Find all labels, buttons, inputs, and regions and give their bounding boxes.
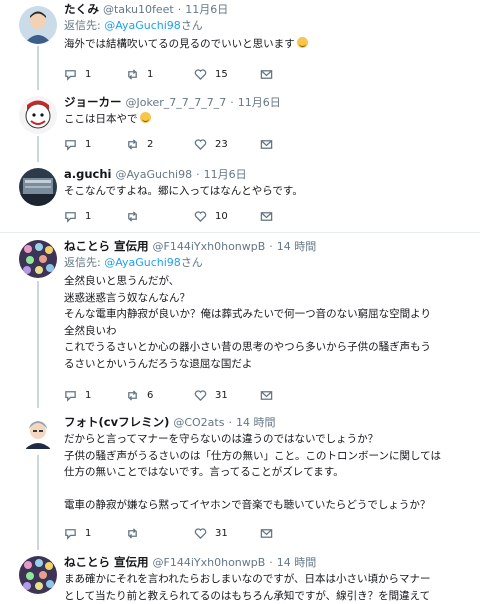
retweet-button[interactable]: 2 xyxy=(126,136,153,152)
reply-icon xyxy=(65,139,76,151)
handle[interactable]: @Joker_7_7_7_7_7 xyxy=(126,96,227,109)
dm-icon xyxy=(260,211,273,221)
avatar[interactable] xyxy=(19,6,57,44)
display-name[interactable]: フォト(cvフレミン) xyxy=(64,415,169,429)
tweet-text: ここは日本やで xyxy=(64,111,470,128)
tweet-text: 海外では結構吹いてるの見るのでいいと思います xyxy=(64,36,470,53)
display-name[interactable]: ジョーカー xyxy=(64,95,122,109)
handle[interactable]: @F144iYxh0honwpB xyxy=(153,240,266,253)
tweet[interactable]: ジョーカー @Joker_7_7_7_7_7 · 11月6日 ここは日本やで 1 2 … xyxy=(0,90,480,162)
reply-to-line: 返信先: @AyaGuchi98さん xyxy=(64,256,203,269)
retweet-button[interactable]: 1 xyxy=(126,66,153,82)
avatar[interactable] xyxy=(19,168,57,206)
handle[interactable]: @taku10feet xyxy=(103,3,174,16)
dm-icon xyxy=(260,528,273,538)
like-icon xyxy=(194,138,207,150)
like-icon xyxy=(194,210,207,222)
retweet-icon xyxy=(128,210,137,222)
reply-button[interactable]: 1 xyxy=(64,387,91,403)
timestamp[interactable]: 11月6日 xyxy=(204,168,247,181)
dm-icon xyxy=(260,139,273,149)
separator: · xyxy=(230,96,234,109)
handle[interactable]: @F144iYxh0honwpB xyxy=(153,556,266,569)
mention-link[interactable]: @AyaGuchi98 xyxy=(104,256,181,269)
smiling-face-emoji xyxy=(296,37,308,48)
reply-button[interactable]: 1 xyxy=(64,525,91,541)
smiling-face-emoji xyxy=(139,112,151,123)
retweet-button[interactable] xyxy=(126,208,147,224)
tweet[interactable]: ねことら 宣伝用 @F144iYxh0honwpB · 14 時間 返信先: @Aya… xyxy=(0,232,480,408)
tweet[interactable]: フォト(cvフレミン) @CO2ats · 14 時間 だからと言ってマナーを守らない… xyxy=(0,407,480,550)
display-name[interactable]: ねことら 宣伝用 xyxy=(64,239,149,253)
action-bar: 1 1 15 xyxy=(64,66,464,82)
tweet-text: 全然良いと思うんだが、 迷惑迷惑言う奴なんなん？ そんな電車内静寂が良いか？俺は… xyxy=(64,275,431,370)
separator: · xyxy=(228,416,232,429)
like-button[interactable]: 23 xyxy=(194,136,228,152)
dm-icon xyxy=(260,69,273,79)
tweet[interactable]: a.guchi @AyaGuchi98 · 11月6日 そこなんですよね。郷に入っては… xyxy=(0,162,480,232)
retweet-button[interactable] xyxy=(126,525,147,541)
like-button[interactable]: 15 xyxy=(194,66,228,82)
action-bar: 1 6 31 xyxy=(64,387,464,403)
thread-line xyxy=(37,455,39,550)
like-icon xyxy=(194,68,207,80)
display-name[interactable]: たくみ xyxy=(64,2,99,16)
retweet-icon xyxy=(128,527,137,539)
reply-button[interactable]: 1 xyxy=(64,208,91,224)
retweet-icon xyxy=(128,389,137,401)
display-name[interactable]: a.guchi xyxy=(64,167,112,181)
like-button[interactable]: 31 xyxy=(194,525,228,541)
action-bar: 1 2 23 xyxy=(64,136,464,152)
action-bar: 1 10 xyxy=(64,208,464,224)
like-button[interactable]: 31 xyxy=(194,387,228,403)
direct-message-button[interactable] xyxy=(260,66,273,82)
thread-line xyxy=(37,136,39,162)
separator: · xyxy=(177,3,182,16)
handle[interactable]: @AyaGuchi98 xyxy=(116,168,193,181)
mention-link[interactable]: @AyaGuchi98 xyxy=(104,19,181,32)
handle[interactable]: @CO2ats xyxy=(173,416,224,429)
retweet-icon xyxy=(128,68,137,80)
like-icon xyxy=(194,389,207,401)
direct-message-button[interactable] xyxy=(260,387,273,403)
tweet[interactable]: たくみ @taku10feet · 11月6日 返信先: @AyaGuchi98さん … xyxy=(0,0,480,90)
avatar[interactable] xyxy=(19,240,57,278)
action-bar: 1 31 xyxy=(64,525,464,541)
like-button[interactable]: 10 xyxy=(194,208,228,224)
direct-message-button[interactable] xyxy=(260,525,273,541)
reply-button[interactable]: 1 xyxy=(64,66,91,82)
separator: · xyxy=(269,556,273,569)
tweet-text: そこなんですよね。郷に入ってはなんとやらです。 xyxy=(64,185,303,197)
timestamp[interactable]: 14 時間 xyxy=(277,240,317,253)
tweet-text: まあ確かにそれを言われたらおしまいなのですが、日本は小さい頃からマナー として当… xyxy=(64,573,431,602)
tweet[interactable]: ねことら 宣伝用 @F144iYxh0honwpB · 14 時間 まあ確かにそれを言… xyxy=(0,550,480,603)
direct-message-button[interactable] xyxy=(260,208,273,224)
thread-line xyxy=(37,281,39,408)
tweet-text: だからと言ってマナーを守らないのは違うのではないでしょうか？ 子供の騒ぎ声がうる… xyxy=(64,433,441,511)
dm-icon xyxy=(260,390,273,400)
reply-icon xyxy=(65,390,76,402)
timestamp[interactable]: 14 時間 xyxy=(277,556,317,569)
reply-button[interactable]: 1 xyxy=(64,136,91,152)
like-icon xyxy=(194,527,207,539)
reply-icon xyxy=(65,528,76,540)
retweet-button[interactable]: 6 xyxy=(126,387,153,403)
avatar[interactable] xyxy=(19,96,57,134)
retweet-icon xyxy=(128,138,137,150)
timestamp[interactable]: 11月6日 xyxy=(238,96,281,109)
avatar[interactable] xyxy=(19,556,57,594)
separator: · xyxy=(269,240,273,253)
reply-to-line: 返信先: @AyaGuchi98さん xyxy=(64,19,203,32)
separator: · xyxy=(196,168,200,181)
reply-icon xyxy=(65,69,76,81)
reply-icon xyxy=(65,211,76,223)
timestamp[interactable]: 11月6日 xyxy=(185,3,228,16)
display-name[interactable]: ねことら 宣伝用 xyxy=(64,555,149,569)
timestamp[interactable]: 14 時間 xyxy=(236,416,276,429)
direct-message-button[interactable] xyxy=(260,136,273,152)
thread-line xyxy=(37,46,39,90)
avatar[interactable] xyxy=(19,415,57,453)
